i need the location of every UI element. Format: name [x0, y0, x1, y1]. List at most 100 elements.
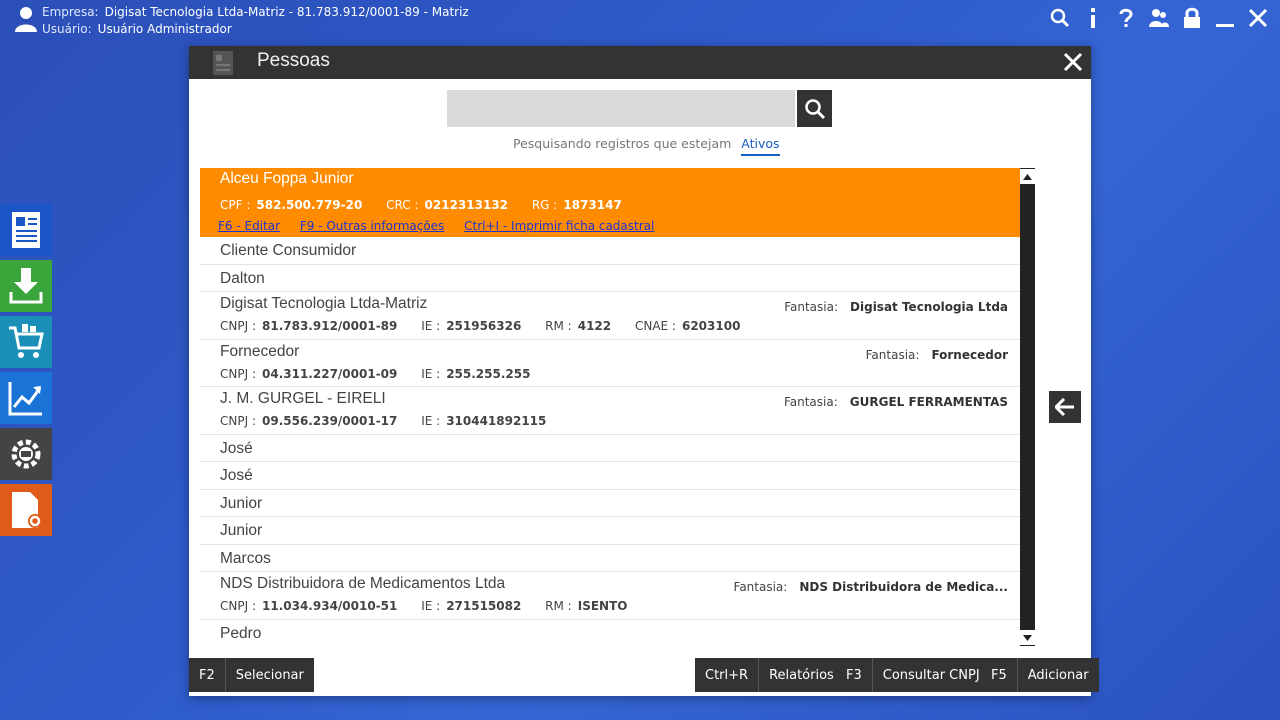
person-name: J. M. GURGEL - EIRELI	[220, 390, 386, 407]
user-value: Usuário Administrador	[97, 22, 232, 36]
fantasia-label: Fantasia:	[733, 580, 788, 594]
field-value: 251956326	[446, 319, 522, 333]
search-input[interactable]	[447, 90, 795, 127]
file-settings-icon[interactable]	[0, 484, 52, 536]
search-icon[interactable]	[1043, 4, 1076, 32]
field-value: 09.556.239/0001-17	[262, 414, 398, 428]
cart-icon[interactable]	[0, 316, 52, 368]
field-value: 4122	[577, 319, 612, 333]
fantasia-label: Fantasia:	[784, 300, 839, 314]
button-label: Consultar CNPJ	[882, 667, 980, 683]
person-name: Digisat Tecnologia Ltda-Matriz	[220, 295, 428, 312]
button-label: Selecionar	[235, 667, 304, 683]
field-label: IE :	[421, 599, 441, 613]
person-fields: CNPJ : 11.034.934/0010-51 IE : 271515082 R…	[220, 599, 647, 613]
person-name: José	[220, 467, 253, 484]
field-label: CRC :	[386, 198, 419, 212]
select-button[interactable]: F2 Selecionar	[189, 658, 314, 692]
field-value: 1873147	[563, 198, 622, 212]
person-name: Junior	[220, 494, 263, 512]
fantasia: Fantasia: NDS Distribuidora de Medica...	[734, 580, 1008, 594]
list-item[interactable]: Junior	[200, 517, 1020, 545]
info-icon[interactable]	[1076, 4, 1109, 32]
field-label: CNAE :	[634, 319, 676, 333]
filter-active-link[interactable]: Ativos	[741, 136, 780, 156]
search-button[interactable]	[797, 90, 832, 127]
list-item[interactable]: José	[200, 435, 1020, 462]
row-actions: F6 - Editar F9 - Outras informações Ctrl…	[218, 219, 670, 233]
list-item[interactable]: Fornecedor Fantasia: Fornecedor CNPJ : 04.…	[200, 340, 1020, 387]
person-name: Junior	[220, 522, 263, 539]
consult-cnpj-button[interactable]: F3 Consultar CNPJ	[836, 658, 990, 692]
shortcut-key: F3	[836, 658, 873, 692]
list-item[interactable]: NDS Distribuidora de Medicamentos Ltda F…	[200, 572, 1020, 620]
person-fields: CPF : 582.500.779-20 CRC : 0212313132 RG :…	[220, 198, 642, 212]
person-name: Alceu Foppa Junior	[220, 170, 354, 187]
more-info-link[interactable]: F9 - Outras informações	[300, 219, 444, 233]
add-button[interactable]: F5 Adicionar	[981, 658, 1099, 692]
chart-icon[interactable]	[0, 372, 52, 424]
window-header: Pessoas	[189, 46, 1091, 79]
lock-icon[interactable]	[1175, 4, 1208, 32]
field-label: IE :	[421, 319, 441, 333]
settings-gear-icon[interactable]	[0, 428, 52, 480]
filter-status: Pesquisando registros que estejam Ativos	[513, 136, 780, 156]
list-item[interactable]: Junior	[200, 490, 1020, 517]
person-fields: CNPJ : 81.783.912/0001-89 IE : 251956326 R…	[220, 319, 760, 333]
top-bar: Empresa: Digisat Tecnologia Ltda-Matriz -…	[0, 0, 1280, 40]
scroll-down-icon[interactable]	[1020, 630, 1035, 645]
people-document-icon	[213, 51, 233, 75]
list-item[interactable]: Cliente Consumidor	[200, 237, 1020, 265]
search-icon	[804, 98, 825, 119]
back-arrow-icon[interactable]	[1049, 391, 1081, 423]
company-info: Empresa: Digisat Tecnologia Ltda-Matriz -…	[42, 4, 469, 38]
field-value: 255.255.255	[446, 366, 531, 381]
field-label: RM :	[545, 319, 572, 333]
minimize-icon[interactable]	[1208, 4, 1241, 32]
window-close-icon[interactable]	[1059, 48, 1087, 76]
field-label: RG :	[531, 198, 558, 212]
list-item[interactable]: Marcos	[200, 545, 1020, 572]
list-scrollbar[interactable]	[1020, 168, 1035, 646]
users-icon[interactable]	[1142, 4, 1175, 32]
help-icon[interactable]	[1109, 4, 1142, 32]
window-footer: F2 Selecionar Ctrl+R Relatórios F3 Consu…	[189, 658, 1099, 692]
person-name: José	[220, 439, 253, 457]
shortcut-key: Ctrl+R	[695, 658, 760, 692]
list-item[interactable]: Digisat Tecnologia Ltda-Matriz Fantasia:…	[200, 292, 1020, 340]
shortcut-key: F5	[981, 658, 1018, 692]
list-item-selected[interactable]: Alceu Foppa Junior CPF : 582.500.779-20 C…	[200, 168, 1020, 237]
button-label: Adicionar	[1027, 667, 1089, 683]
person-name: Pedro	[220, 624, 262, 642]
module-launcher	[0, 204, 52, 540]
company-value: Digisat Tecnologia Ltda-Matriz - 81.783.…	[104, 5, 469, 19]
close-icon[interactable]	[1241, 4, 1274, 32]
fantasia-value: Digisat Tecnologia Ltda	[850, 300, 1008, 314]
filter-text: Pesquisando registros que estejam	[513, 136, 732, 151]
download-icon[interactable]	[0, 260, 52, 312]
fantasia: Fantasia: GURGEL FERRAMENTAS	[784, 395, 1008, 409]
person-name: Marcos	[220, 549, 271, 567]
field-value: 310441892115	[446, 414, 547, 428]
field-value: 6203100	[681, 319, 741, 333]
field-label: IE :	[421, 414, 441, 428]
person-name: Fornecedor	[220, 342, 300, 360]
reports-button[interactable]: Ctrl+R Relatórios	[695, 658, 844, 692]
list-item[interactable]: Pedro	[200, 620, 1020, 647]
user-icon	[15, 7, 37, 32]
list-item[interactable]: J. M. GURGEL - EIRELI Fantasia: GURGEL FE…	[200, 387, 1020, 435]
documents-icon[interactable]	[0, 204, 52, 256]
edit-link[interactable]: F6 - Editar	[218, 219, 280, 233]
scroll-up-icon[interactable]	[1020, 169, 1035, 184]
fantasia-label: Fantasia:	[865, 347, 920, 362]
fantasia-value: GURGEL FERRAMENTAS	[849, 395, 1008, 409]
list-item[interactable]: José	[200, 462, 1020, 490]
field-value: ISENTO	[577, 599, 628, 613]
window-title: Pessoas	[257, 50, 330, 71]
fantasia: Fantasia: Fornecedor	[866, 348, 1008, 362]
list-item[interactable]: Dalton	[200, 265, 1020, 292]
person-name: Cliente Consumidor	[220, 242, 357, 259]
print-record-link[interactable]: Ctrl+I - Imprimir ficha cadastral	[464, 219, 654, 233]
shortcut-key: F2	[189, 658, 226, 692]
person-name: Dalton	[220, 269, 265, 287]
